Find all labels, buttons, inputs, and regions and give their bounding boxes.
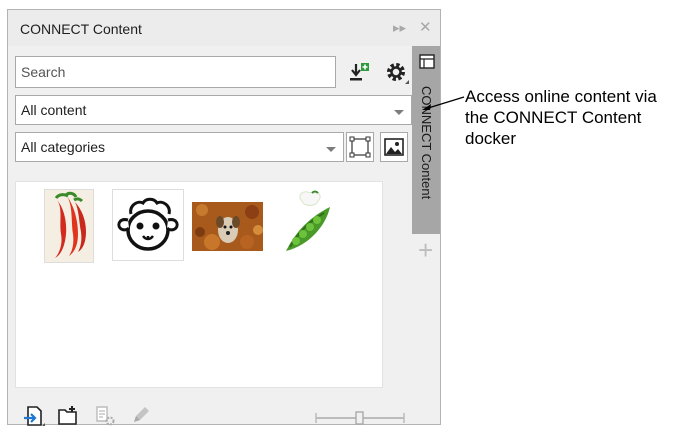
image-icon xyxy=(384,138,404,156)
search-input[interactable]: Search xyxy=(15,56,336,88)
collapse-icon[interactable]: ▸▸ xyxy=(393,20,406,36)
download-icon[interactable] xyxy=(348,62,370,89)
gear-icon[interactable] xyxy=(384,60,410,91)
docker-title: CONNECT Content xyxy=(20,21,142,37)
bitmap-filter-button[interactable] xyxy=(380,132,408,162)
content-filter-value: All content xyxy=(21,102,87,118)
category-filter-select[interactable]: All categories xyxy=(15,132,344,162)
docker-titlebar: CONNECT Content ▸▸ ✕ xyxy=(8,10,440,46)
content-thumbnail-area xyxy=(15,181,383,388)
zoom-slider-thumb xyxy=(355,411,364,425)
callout-arrow xyxy=(422,96,465,110)
docker-tab-icon xyxy=(417,52,437,77)
category-filter-value: All categories xyxy=(21,139,106,155)
docker-body: Search All content All categories xyxy=(8,46,412,426)
callout-text: Access online content via the CONNECT Co… xyxy=(465,87,657,148)
connect-content-side-tab[interactable]: CONNECT Content xyxy=(412,46,440,234)
chevron-down-icon xyxy=(326,147,336,152)
thumbnail-chili-peppers[interactable] xyxy=(44,189,94,263)
close-icon[interactable]: ✕ xyxy=(419,18,432,36)
zoom-slider[interactable] xyxy=(314,410,406,426)
vector-filter-button[interactable] xyxy=(346,132,374,162)
vector-shape-icon xyxy=(349,136,371,158)
thumbnail-dog-in-leaves[interactable] xyxy=(192,202,263,251)
content-filter-select[interactable]: All content xyxy=(15,95,412,125)
thumbnail-green-peas[interactable] xyxy=(282,189,336,261)
thumbnail-sheep-face[interactable] xyxy=(112,189,184,261)
search-placeholder: Search xyxy=(21,64,66,80)
connect-content-docker: CONNECT Content ▸▸ ✕ Search All content … xyxy=(7,9,441,426)
import-icon[interactable] xyxy=(22,404,46,433)
add-docker-icon[interactable]: + xyxy=(418,235,433,266)
chevron-down-icon xyxy=(394,110,404,115)
edit-icon[interactable] xyxy=(130,404,152,431)
new-folder-icon[interactable] xyxy=(56,404,80,433)
